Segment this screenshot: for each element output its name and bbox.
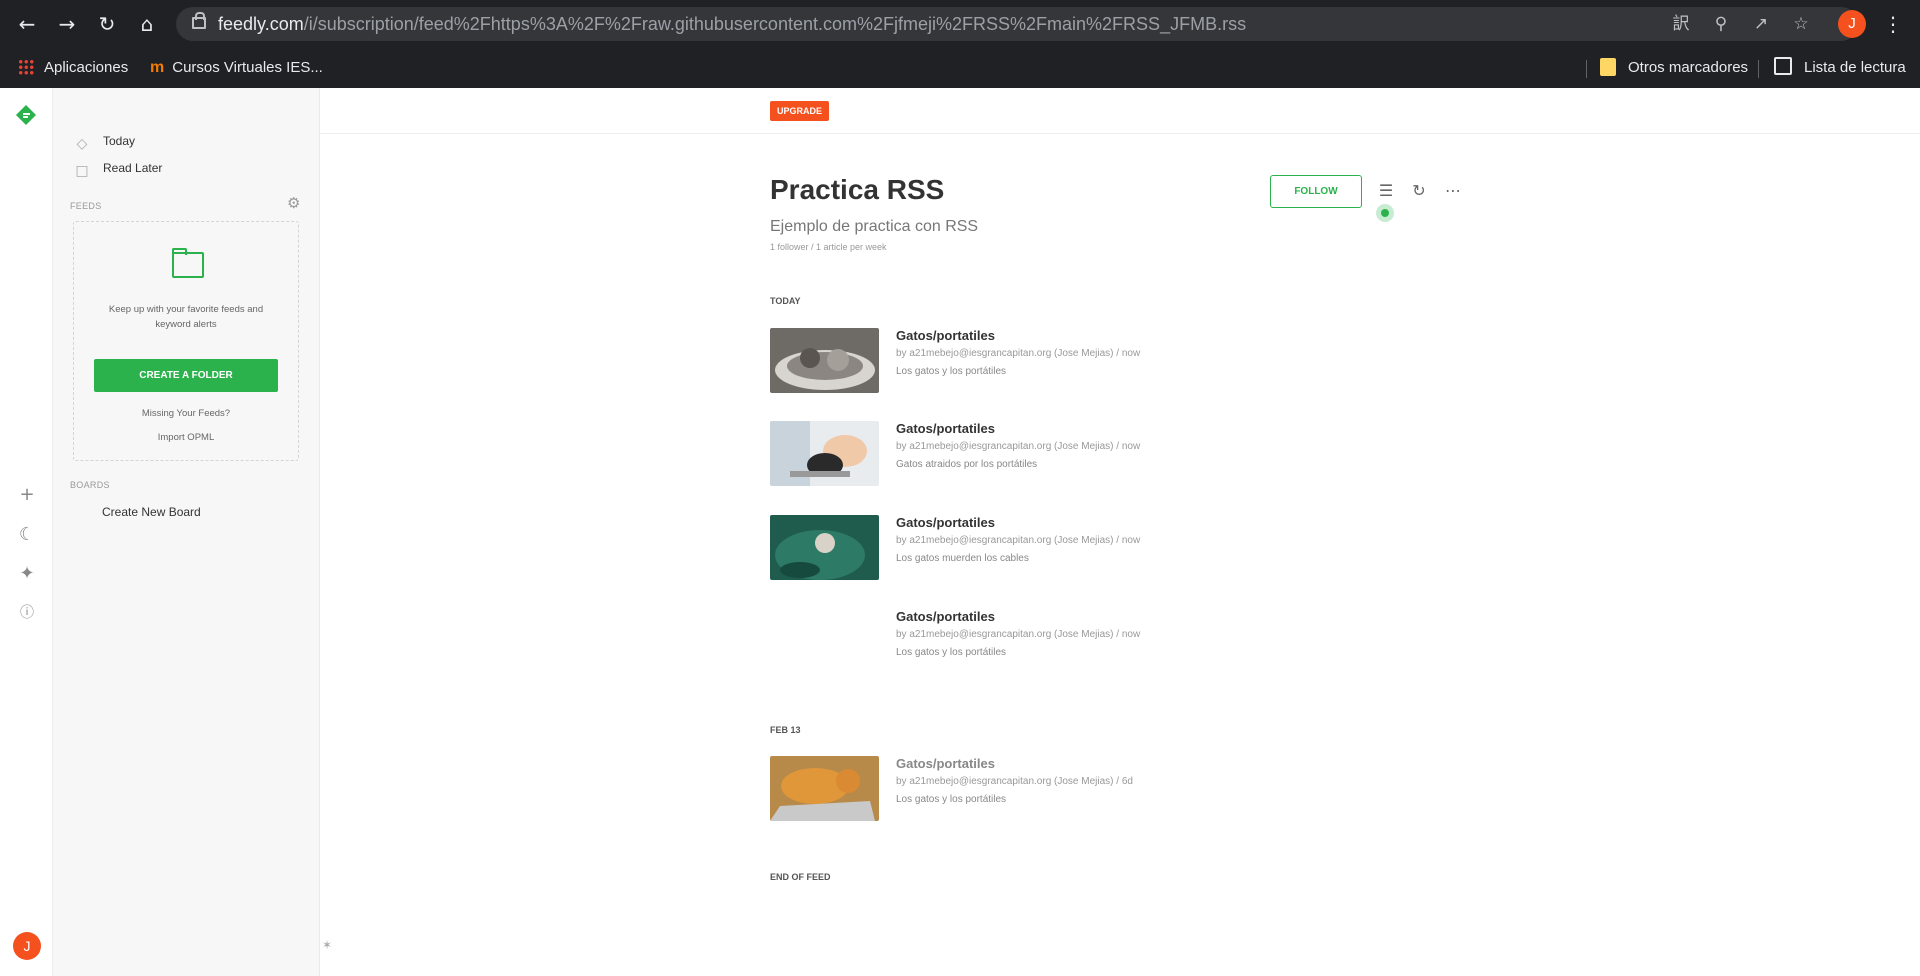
feedly-logo-icon[interactable] [15, 104, 37, 126]
browser-chrome: ← → ↻ ⌂ feedly.com/i/subscription/feed%2… [0, 0, 1920, 88]
back-icon[interactable]: ← [13, 10, 41, 38]
article-summary: Los gatos y los portátiles [896, 647, 1007, 658]
article-title[interactable]: Gatos/portatiles [896, 756, 995, 771]
pin-icon[interactable]: ✶ [322, 938, 332, 952]
bookmark-separator [1586, 60, 1587, 78]
article-summary: Gatos atraidos por los portátiles [896, 459, 1038, 470]
bookmarks-bar: Aplicaciones m Cursos Virtuales IES... Ot… [0, 48, 1920, 88]
gear-icon[interactable]: ⚙ [287, 195, 303, 211]
article-meta: by a21mebejo@iesgrancapitan.org (Jose Me… [896, 629, 1141, 640]
apps-grid-icon [18, 59, 34, 75]
article-item[interactable]: Gatos/portatiles by a21mebejo@iesgrancap… [770, 756, 1270, 822]
missing-feeds-link[interactable]: Missing Your Feeds? [74, 408, 298, 419]
bookmark-apps[interactable]: Aplicaciones [18, 56, 128, 80]
sidebar-item-read-later-label: Read Later [103, 161, 163, 175]
reload-icon[interactable]: ↻ [93, 10, 121, 38]
url-text[interactable]: feedly.com/i/subscription/feed%2Fhttps%3… [218, 14, 1246, 35]
article-item[interactable]: Gatos/portatiles by a21mebejo@iesgrancap… [770, 421, 1270, 487]
sidebar-item-read-later[interactable]: □ Read Later [71, 158, 163, 179]
refresh-icon[interactable]: ↻ [1409, 181, 1429, 201]
article-item[interactable]: Gatos/portatiles by a21mebejo@iesgrancap… [770, 609, 1270, 675]
feed-stats: 1 follower / 1 article per week [770, 242, 887, 252]
feeds-empty-state: Keep up with your favorite feeds and key… [73, 221, 299, 461]
list-view-icon[interactable]: ☰ [1376, 181, 1396, 201]
address-bar[interactable]: feedly.com/i/subscription/feed%2Fhttps%3… [176, 7, 1858, 41]
article-summary: Los gatos y los portátiles [896, 366, 1007, 377]
article-meta: by a21mebejo@iesgrancapitan.org (Jose Me… [896, 441, 1141, 452]
article-item[interactable]: Gatos/portatiles by a21mebejo@iesgrancap… [770, 328, 1270, 394]
article-thumbnail[interactable] [770, 515, 879, 580]
url-host: feedly.com [218, 14, 304, 34]
bookmark-reading-list[interactable]: Lista de lectura [1774, 56, 1906, 80]
article-title[interactable]: Gatos/portatiles [896, 515, 995, 530]
folder-icon [1600, 58, 1616, 76]
top-bar [320, 88, 1920, 134]
cursor-indicator [1376, 204, 1394, 222]
menu-icon[interactable]: ⋮ [1883, 10, 1903, 38]
import-opml-link[interactable]: Import OPML [74, 432, 298, 443]
bookmark-apps-label: Aplicaciones [44, 59, 129, 76]
sidebar-item-today[interactable]: ◇ Today [71, 131, 136, 152]
sidebar-item-today-label: Today [103, 134, 136, 148]
article-meta: by a21mebejo@iesgrancapitan.org (Jose Me… [896, 776, 1133, 787]
article-title[interactable]: Gatos/portatiles [896, 421, 995, 436]
article-summary: Los gatos muerden los cables [896, 553, 1029, 564]
zoom-icon[interactable]: ⚲ [1710, 13, 1732, 35]
star-icon[interactable]: ☆ [1790, 13, 1812, 35]
article-title[interactable]: Gatos/portatiles [896, 328, 995, 343]
bookmark-cursos-label: Cursos Virtuales IES... [172, 59, 323, 76]
bookmark-others-label: Otros marcadores [1628, 59, 1749, 76]
lock-icon [192, 12, 206, 29]
sidebar: ◇ Today □ Read Later FEEDS ⚙ Keep up with … [53, 88, 320, 976]
article-title[interactable]: Gatos/portatiles [896, 609, 995, 624]
profile-avatar[interactable]: J [1838, 10, 1866, 38]
home-icon[interactable]: ⌂ [133, 10, 161, 38]
article-thumbnail[interactable] [770, 328, 879, 393]
more-icon[interactable]: ⋯ [1443, 181, 1463, 201]
article-thumbnail[interactable] [770, 756, 879, 821]
page-title: Practica RSS [770, 174, 945, 205]
article-meta: by a21mebejo@iesgrancapitan.org (Jose Me… [896, 348, 1141, 359]
end-of-feed: END OF FEED [770, 872, 831, 882]
moon-icon[interactable]: ☾ [16, 524, 38, 546]
article-item[interactable]: Gatos/portatiles by a21mebejo@iesgrancap… [770, 515, 1270, 581]
toolbar: ← → ↻ ⌂ feedly.com/i/subscription/feed%2… [0, 0, 1920, 48]
create-folder-button[interactable]: CREATE A FOLDER [94, 359, 278, 392]
article-thumbnail[interactable] [770, 421, 879, 486]
follow-button[interactable]: FOLLOW [1270, 175, 1362, 208]
help-icon[interactable]: ⓘ [16, 602, 38, 624]
section-feb-13: FEB 13 [770, 725, 801, 735]
reading-list-icon [1774, 57, 1792, 75]
feeds-section-label: FEEDS [70, 201, 102, 211]
boards-section-label: BOARDS [70, 480, 110, 490]
left-rail: + ☾ ✦ ⓘ J [0, 88, 53, 976]
url-path: /i/subscription/feed%2Fhttps%3A%2F%2Fraw… [303, 14, 1247, 34]
article-meta: by a21mebejo@iesgrancapitan.org (Jose Me… [896, 535, 1141, 546]
plus-icon[interactable]: + [16, 484, 38, 506]
bookmark-separator [1758, 60, 1759, 78]
today-icon: ◇ [76, 136, 88, 152]
moodle-icon: m [150, 59, 165, 76]
section-today: TODAY [770, 296, 801, 306]
folder-icon [172, 248, 204, 278]
empty-state-text: Keep up with your favorite feeds and key… [108, 304, 264, 330]
forward-icon[interactable]: → [53, 10, 81, 38]
bookmark-reading-list-label: Lista de lectura [1804, 59, 1906, 76]
sparkle-icon[interactable]: ✦ [16, 563, 38, 585]
upgrade-button[interactable]: UPGRADE [770, 101, 830, 121]
create-board-link[interactable]: Create New Board [102, 502, 201, 522]
bookmark-cursos[interactable]: m Cursos Virtuales IES... [150, 56, 323, 80]
user-avatar[interactable]: J [13, 932, 41, 960]
page-subtitle: Ejemplo de practica con RSS [770, 218, 979, 235]
translate-icon[interactable]: 訳 [1670, 13, 1692, 35]
bookmark-icon: □ [75, 163, 89, 179]
share-icon[interactable]: ↗ [1750, 13, 1772, 35]
article-summary: Los gatos y los portátiles [896, 794, 1007, 805]
bookmark-others[interactable]: Otros marcadores [1600, 56, 1748, 80]
